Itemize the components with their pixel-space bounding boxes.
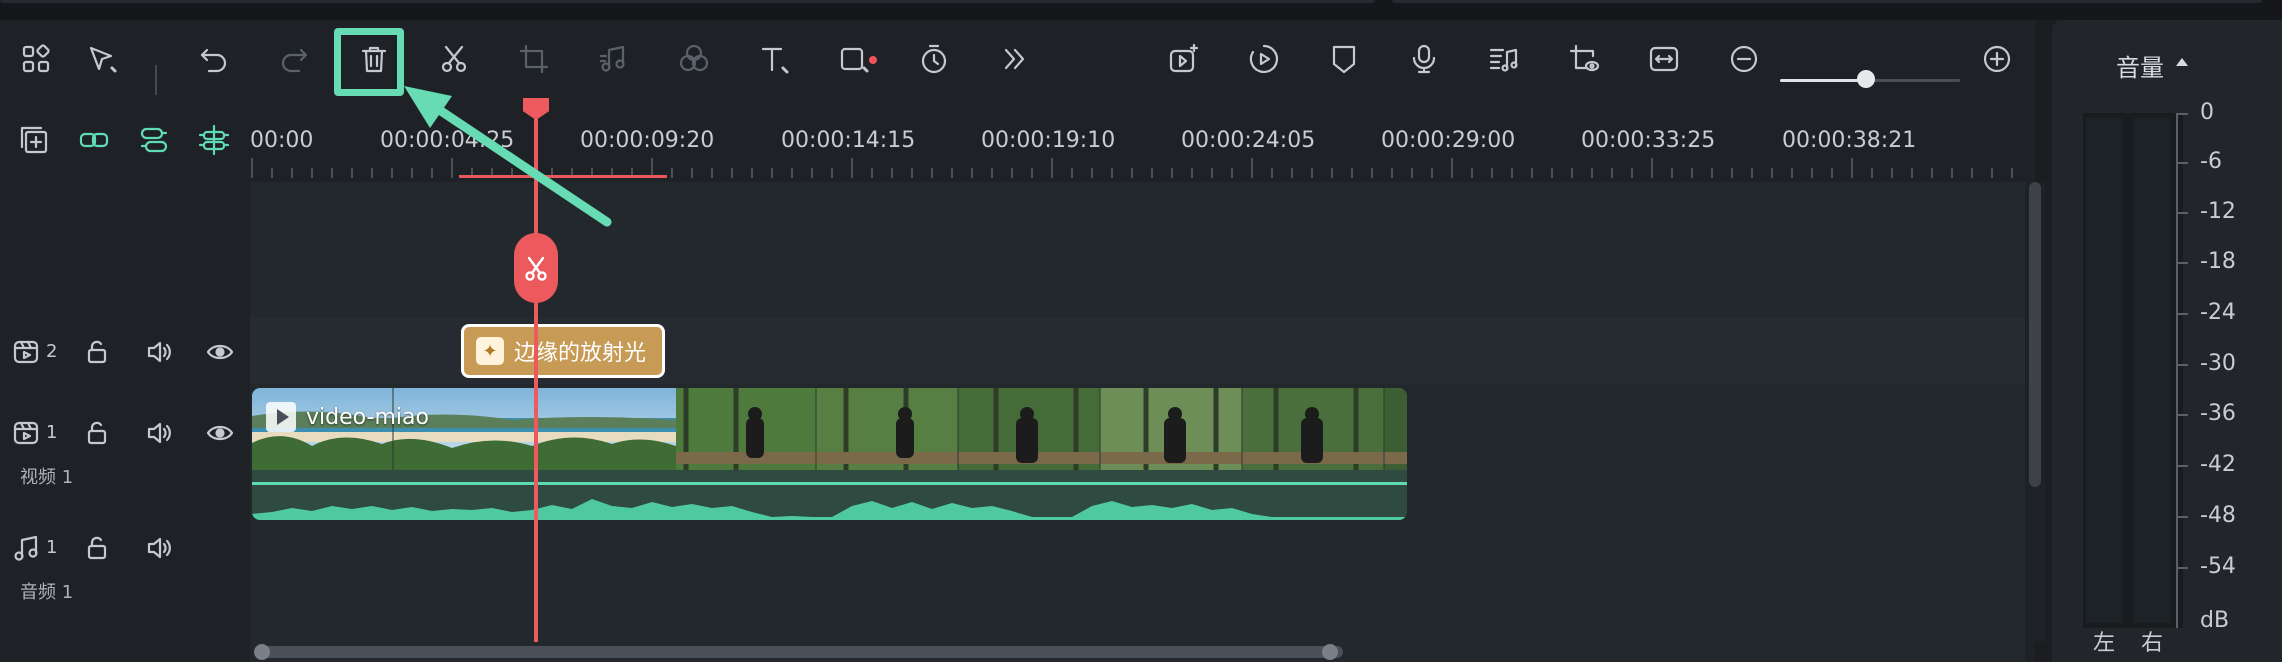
timeline-toolbar bbox=[0, 20, 2035, 100]
right-channel-meter bbox=[2134, 118, 2170, 623]
db-label: -6 bbox=[2200, 149, 2222, 174]
left-channel-label: 左 bbox=[2093, 631, 2116, 656]
track-actions-bar bbox=[0, 100, 250, 182]
db-label: -48 bbox=[2200, 503, 2236, 528]
volume-icon[interactable] bbox=[144, 337, 174, 371]
speed-icon[interactable] bbox=[912, 37, 956, 81]
timecode-label: 00:00:29:00 bbox=[1381, 128, 1516, 153]
fit-timeline-icon[interactable] bbox=[1642, 37, 1686, 81]
playhead[interactable] bbox=[534, 110, 538, 662]
timecode-label: 00:00:33:25 bbox=[1581, 128, 1716, 153]
left-channel-meter bbox=[2086, 118, 2122, 623]
redo-icon[interactable] bbox=[272, 37, 316, 81]
forest-thumbnail bbox=[676, 388, 1407, 470]
db-label: -36 bbox=[2200, 401, 2236, 426]
audio-adjust-icon[interactable] bbox=[592, 37, 636, 81]
db-label: -18 bbox=[2200, 249, 2236, 274]
eye-icon[interactable] bbox=[205, 418, 235, 452]
lock-icon[interactable] bbox=[82, 337, 112, 371]
window-top-strip bbox=[0, 0, 2282, 20]
link-icon[interactable] bbox=[72, 118, 116, 162]
vertical-scrollbar[interactable] bbox=[2025, 182, 2045, 642]
track-headers bbox=[0, 182, 250, 642]
video-track-icon bbox=[12, 418, 42, 452]
new-feature-dot bbox=[869, 56, 877, 64]
marker-icon[interactable] bbox=[1322, 37, 1366, 81]
split-icon[interactable] bbox=[432, 37, 476, 81]
crop-icon[interactable] bbox=[512, 37, 556, 81]
timecode-label: 00:00:04:25 bbox=[380, 128, 515, 153]
video-clip-name: video-miao bbox=[306, 404, 429, 430]
preview-range-marker[interactable] bbox=[459, 175, 667, 178]
audio-track-number: 1 bbox=[46, 537, 58, 558]
timeline-ruler[interactable] bbox=[250, 100, 2020, 182]
volume-icon[interactable] bbox=[144, 533, 174, 567]
toolbar-divider bbox=[155, 65, 157, 95]
db-unit-label: dB bbox=[2200, 608, 2230, 633]
horizontal-scrollbar[interactable] bbox=[250, 642, 2025, 662]
caret-up-icon[interactable] bbox=[2176, 58, 2188, 66]
effect-clip[interactable]: ✦ 边缘的放射光 bbox=[461, 324, 665, 378]
audio-track-row[interactable] bbox=[250, 520, 2025, 642]
meter-title[interactable]: 音量 bbox=[2116, 48, 2164, 83]
eye-icon[interactable] bbox=[205, 337, 235, 371]
timecode-label: 00:00:24:05 bbox=[1181, 128, 1316, 153]
scroll-handle-right[interactable] bbox=[1322, 644, 1338, 660]
lock-icon[interactable] bbox=[82, 533, 112, 567]
timecode-label: 00:00:19:10 bbox=[981, 128, 1116, 153]
more-icon[interactable] bbox=[992, 37, 1036, 81]
db-label: -54 bbox=[2200, 554, 2236, 579]
zoom-slider-fill bbox=[1780, 79, 1868, 82]
db-label: 0 bbox=[2200, 100, 2214, 125]
timecode-label: 00:00:09:20 bbox=[580, 128, 715, 153]
zoom-out-icon[interactable] bbox=[1722, 37, 1766, 81]
zoom-slider-thumb[interactable] bbox=[1857, 70, 1875, 88]
meter-scale-line bbox=[2176, 113, 2178, 628]
auto-reframe-icon[interactable] bbox=[1242, 37, 1286, 81]
db-label: -24 bbox=[2200, 300, 2236, 325]
audio-waveform bbox=[252, 499, 1407, 520]
snap-icon[interactable] bbox=[192, 118, 236, 162]
undo-icon[interactable] bbox=[192, 37, 236, 81]
audio-beat-icon[interactable] bbox=[1482, 37, 1526, 81]
db-label: -42 bbox=[2200, 452, 2236, 477]
video-track-icon bbox=[12, 337, 42, 371]
db-label: -12 bbox=[2200, 199, 2236, 224]
color-icon[interactable] bbox=[672, 37, 716, 81]
split-at-playhead-button[interactable] bbox=[514, 233, 558, 303]
video-clip[interactable]: video-miao bbox=[252, 388, 1407, 520]
timecode-label: 00:00:14:15 bbox=[781, 128, 916, 153]
play-icon bbox=[266, 402, 296, 432]
timecode-label: 00:00 bbox=[250, 128, 314, 153]
scroll-handle-left[interactable] bbox=[254, 644, 270, 660]
select-tool-icon[interactable] bbox=[80, 37, 124, 81]
video-track-label: 视频 1 bbox=[20, 467, 74, 488]
db-label: -30 bbox=[2200, 351, 2236, 376]
add-track-icon[interactable] bbox=[12, 118, 56, 162]
magnet-icon[interactable] bbox=[132, 118, 176, 162]
zoom-in-icon[interactable] bbox=[1975, 37, 2019, 81]
audio-track-label: 音频 1 bbox=[20, 582, 74, 603]
timecode-label: 00:00:38:21 bbox=[1782, 128, 1917, 153]
ai-video-icon[interactable] bbox=[1162, 37, 1206, 81]
right-channel-label: 右 bbox=[2141, 631, 2164, 656]
preview-render-icon[interactable] bbox=[1562, 37, 1606, 81]
clip-title: video-miao bbox=[266, 402, 429, 432]
volume-icon[interactable] bbox=[144, 418, 174, 452]
music-track-icon bbox=[12, 533, 42, 567]
vertical-scroll-thumb[interactable] bbox=[2029, 182, 2041, 487]
lock-icon[interactable] bbox=[82, 418, 112, 452]
record-voice-icon[interactable] bbox=[1402, 37, 1446, 81]
layout-icon[interactable] bbox=[14, 37, 58, 81]
text-icon[interactable] bbox=[752, 37, 796, 81]
effect-track-number: 2 bbox=[46, 341, 58, 362]
sparkle-icon: ✦ bbox=[476, 337, 504, 365]
video-track-number: 1 bbox=[46, 422, 58, 443]
horizontal-scroll-thumb[interactable] bbox=[258, 646, 1343, 658]
scissors-icon bbox=[525, 256, 547, 281]
delete-highlight-box bbox=[334, 28, 404, 96]
